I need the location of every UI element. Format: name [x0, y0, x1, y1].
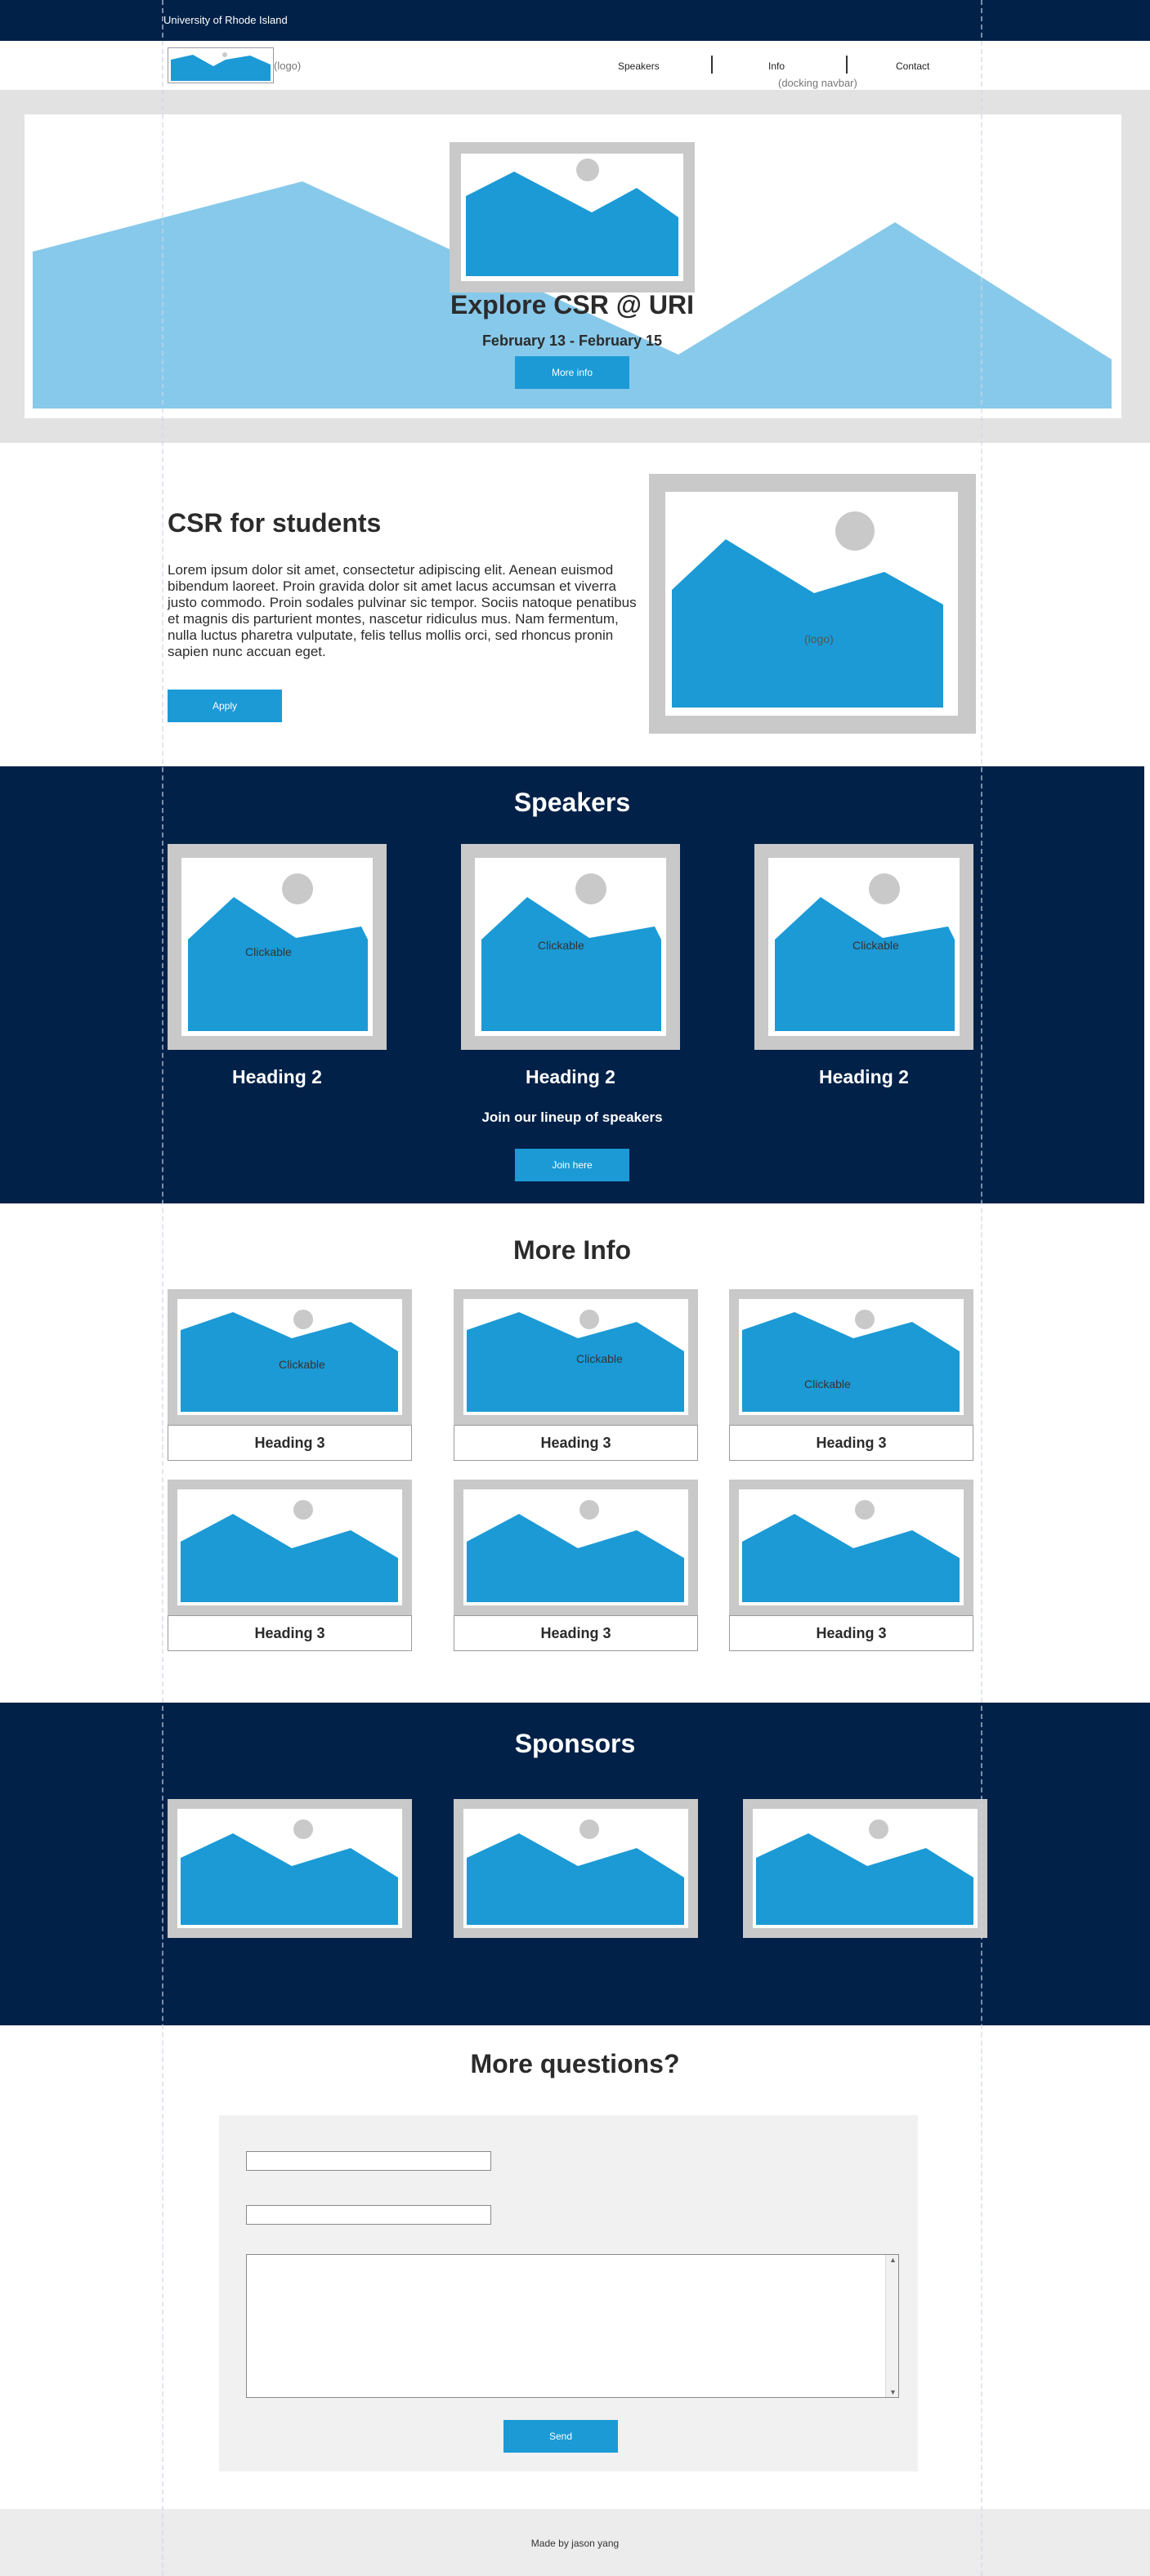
sponsors-section: Sponsors [0, 1703, 1150, 2025]
speaker-heading: Heading 2 [232, 1066, 322, 1087]
email-field[interactable] [246, 2205, 491, 2225]
message-textarea[interactable]: ▲ ▼ [246, 2254, 899, 2398]
sponsors-heading: Sponsors [514, 1729, 636, 1758]
speaker-heading: Heading 2 [526, 1066, 615, 1087]
speakers-subheading: Join our lineup of speakers [481, 1109, 663, 1125]
scroll-up-arrow-icon[interactable]: ▲ [889, 2256, 897, 2264]
info-card-image[interactable] [729, 1480, 973, 1615]
sponsor-logo[interactable] [454, 1799, 698, 1938]
intro-body-text: Lorem ipsum dolor sit amet, consectetur … [168, 562, 637, 659]
speaker-card-image[interactable]: Clickable [754, 844, 973, 1050]
info-card-heading: Heading 3 [168, 1615, 412, 1651]
hero-dates: February 13 - February 15 [481, 333, 663, 349]
contact-heading: More questions? [470, 2049, 680, 2078]
speaker-card-image[interactable]: Clickable [168, 844, 387, 1050]
nav-divider [711, 56, 713, 74]
hero-image-placeholder [450, 142, 695, 292]
info-card-heading: Heading 3 [729, 1615, 973, 1651]
info-card-image[interactable] [168, 1480, 412, 1615]
more-info-button[interactable]: More info [515, 356, 629, 389]
info-card-image[interactable] [454, 1480, 698, 1615]
navbar: (logo) Speakers Info Contact (docking na… [0, 41, 1150, 90]
speaker-card-image[interactable]: Clickable [461, 844, 680, 1050]
university-name: University of Rhode Island [163, 14, 288, 26]
speakers-heading: Speakers [513, 788, 631, 817]
info-card-caption: Clickable [279, 1358, 325, 1371]
speaker-heading: Heading 2 [819, 1066, 909, 1087]
info-card-caption: Clickable [576, 1352, 623, 1365]
speaker-card-caption: Clickable [245, 945, 292, 958]
info-card-image[interactable]: Clickable [168, 1289, 412, 1425]
more-info-heading: More Info [513, 1235, 631, 1265]
docking-navbar-note: (docking navbar) [778, 77, 857, 89]
sponsor-logo[interactable] [168, 1799, 412, 1938]
nav-divider [846, 56, 848, 74]
nav-link-speakers[interactable]: Speakers [618, 60, 660, 72]
apply-button[interactable]: Apply [168, 690, 282, 722]
hero-title: Explore CSR @ URI [450, 290, 694, 319]
speaker-card-caption: Clickable [852, 939, 899, 952]
info-card-heading: Heading 3 [168, 1425, 412, 1461]
info-card-image[interactable]: Clickable [454, 1289, 698, 1425]
logo-label: (logo) [274, 60, 302, 72]
scroll-down-arrow-icon[interactable]: ▼ [889, 2388, 897, 2396]
logo-image[interactable] [168, 47, 274, 83]
footer-text: Made by jason yang [530, 2538, 620, 2549]
name-field[interactable] [246, 2151, 491, 2171]
join-here-button[interactable]: Join here [515, 1149, 629, 1181]
textarea-scrollbar[interactable]: ▲ ▼ [885, 2255, 898, 2397]
intro-image-placeholder: (logo) [649, 474, 976, 734]
info-card-heading: Heading 3 [454, 1425, 698, 1461]
contact-form: ▲ ▼ Send [219, 2115, 918, 2471]
intro-heading: CSR for students [168, 508, 382, 538]
hero-section: Explore CSR @ URI February 13 - February… [0, 90, 1150, 443]
speaker-card-caption: Clickable [538, 939, 584, 952]
nav-link-contact[interactable]: Contact [896, 60, 929, 72]
info-card-heading: Heading 3 [729, 1425, 973, 1461]
sponsor-logo[interactable] [743, 1799, 987, 1938]
send-button[interactable]: Send [503, 2420, 618, 2453]
info-card-image[interactable]: Clickable [729, 1289, 973, 1425]
speakers-section: Speakers Clickable Heading 2 Clickable H… [0, 766, 1144, 1203]
nav-link-info[interactable]: Info [768, 60, 785, 72]
footer: Made by jason yang [0, 2509, 1150, 2576]
intro-image-caption: (logo) [804, 632, 834, 645]
info-card-caption: Clickable [804, 1377, 851, 1391]
top-bar: University of Rhode Island [0, 0, 1150, 41]
info-card-heading: Heading 3 [454, 1615, 698, 1651]
